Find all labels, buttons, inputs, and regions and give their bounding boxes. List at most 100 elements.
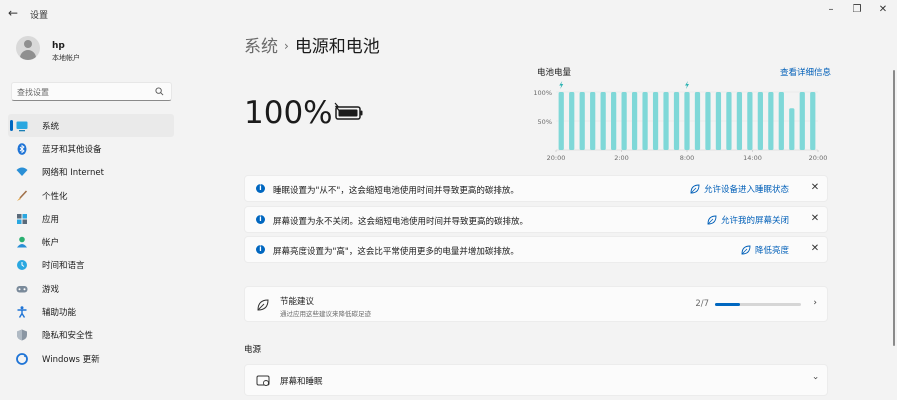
y-tick-label: 50% xyxy=(538,118,552,126)
notice-sleep: i 睡眠设置为"从不"，这会缩短电池使用时间并导致更高的碳排放。 允许设备进入睡… xyxy=(244,175,828,202)
close-button[interactable]: ✕ xyxy=(871,2,895,18)
dismiss-notice-button[interactable]: ✕ xyxy=(809,182,821,194)
bar xyxy=(747,92,753,150)
view-details-link[interactable]: 查看详细信息 xyxy=(780,66,831,78)
sidebar-item-label: 个性化 xyxy=(42,191,68,202)
back-arrow-icon[interactable]: ← xyxy=(8,6,22,20)
sidebar-item-privacy[interactable]: 隐私和安全性 xyxy=(8,324,174,347)
battery-level-chart: 100% 50% 20:00 2:00 8:00 14:00 20:00 xyxy=(533,81,828,162)
sidebar-item-network[interactable]: 网络和 Internet xyxy=(8,161,174,184)
breadcrumb: 系统 › 电源和电池 xyxy=(244,32,380,57)
bar xyxy=(642,92,648,150)
progress-text: 2/7 xyxy=(695,299,709,309)
app-title: 设置 xyxy=(30,11,49,21)
breadcrumb-separator: › xyxy=(284,39,289,53)
card-subtitle: 通过应用这些建议来降低碳足迹 xyxy=(280,310,371,318)
bar xyxy=(652,92,659,150)
update-icon xyxy=(16,352,28,365)
bar xyxy=(789,108,795,150)
battery-percentage: 100% xyxy=(244,95,333,131)
x-tick-label: 14:00 xyxy=(743,154,762,162)
sidebar-item-label: 辅助功能 xyxy=(42,308,77,319)
x-tick-label: 2:00 xyxy=(614,154,629,162)
notice-screen: i 屏幕设置为永不关闭。这会缩短电池使用时间并导致更高的碳排放。 允许我的屏幕关… xyxy=(244,206,828,233)
lower-brightness-link[interactable]: 降低亮度 xyxy=(741,244,789,256)
bar xyxy=(757,92,763,150)
energy-recommendations-card[interactable]: 节能建议 通过应用这些建议来降低碳足迹 2/7 › xyxy=(244,286,828,322)
progress-bar xyxy=(715,303,801,306)
search-box[interactable] xyxy=(11,82,172,101)
card-title: 屏幕和睡眠 xyxy=(280,377,323,387)
sidebar-item-label: 帐户 xyxy=(42,238,60,249)
notice-action-label: 允许我的屏幕关闭 xyxy=(720,216,789,226)
bar xyxy=(768,92,774,150)
dismiss-notice-button[interactable]: ✕ xyxy=(809,213,821,225)
x-tick-label: 20:00 xyxy=(547,154,566,162)
sidebar-item-apps[interactable]: 应用 xyxy=(8,207,174,230)
maximize-button[interactable]: ❐ xyxy=(845,2,869,18)
sidebar-item-label: 系统 xyxy=(42,121,60,132)
scrollbar[interactable] xyxy=(893,70,895,346)
sidebar-item-time-language[interactable]: 时间和语言 xyxy=(8,254,174,277)
notice-action-label: 允许设备进入睡眠状态 xyxy=(703,185,789,195)
sidebar-item-label: 隐私和安全性 xyxy=(42,331,94,342)
sidebar-item-bluetooth[interactable]: 蓝牙和其他设备 xyxy=(8,137,174,160)
sidebar-item-label: 网络和 Internet xyxy=(42,168,104,179)
shield-icon xyxy=(17,329,27,341)
person-icon xyxy=(17,236,27,248)
bar xyxy=(799,92,805,150)
profile-account-type: 本地帐户 xyxy=(52,54,80,62)
dismiss-notice-button[interactable]: ✕ xyxy=(809,243,821,255)
profile-name: hp xyxy=(52,41,65,51)
x-tick-label: 8:00 xyxy=(680,154,695,162)
chevron-down-icon[interactable]: › xyxy=(810,376,820,380)
sidebar-item-windows-update[interactable]: Windows 更新 xyxy=(8,347,174,370)
bar xyxy=(705,92,711,150)
sidebar-item-gaming[interactable]: 游戏 xyxy=(8,277,174,300)
search-input[interactable] xyxy=(17,86,147,98)
bar xyxy=(778,92,784,150)
section-heading: 电源 xyxy=(244,345,262,355)
search-icon[interactable] xyxy=(155,87,164,96)
sidebar-item-system[interactable]: 系统 xyxy=(8,114,174,138)
page-title: 电源和电池 xyxy=(294,37,380,57)
allow-screen-off-link[interactable]: 允许我的屏幕关闭 xyxy=(707,214,789,226)
notice-brightness: i 屏幕亮度设置为"高"，这会比平常使用更多的电量并增加碳排放。 降低亮度 ✕ xyxy=(244,236,828,263)
screen-sleep-card[interactable]: 屏幕和睡眠 › xyxy=(244,364,828,396)
notice-text: 屏幕设置为永不关闭。这会缩短电池使用时间并导致更高的碳排放。 xyxy=(273,217,529,227)
notice-text: 睡眠设置为"从不"，这会缩短电池使用时间并导致更高的碳排放。 xyxy=(273,186,519,196)
minimize-button[interactable]: – xyxy=(819,2,843,18)
sidebar-item-label: Windows 更新 xyxy=(42,354,100,365)
sidebar-item-personalization[interactable]: 个性化 xyxy=(8,184,174,207)
bar xyxy=(611,92,617,150)
allow-sleep-link[interactable]: 允许设备进入睡眠状态 xyxy=(690,183,789,195)
title-bar: ← 设置 – ❐ ✕ xyxy=(0,0,897,28)
notice-text: 屏幕亮度设置为"高"，这会比平常使用更多的电量并增加碳排放。 xyxy=(273,247,519,257)
gamepad-icon xyxy=(16,285,28,293)
bar xyxy=(590,92,596,150)
sidebar-item-accessibility[interactable]: 辅助功能 xyxy=(8,300,174,323)
leaf-icon xyxy=(741,245,751,255)
info-icon: i xyxy=(256,184,265,193)
leaf-icon xyxy=(690,184,700,194)
avatar[interactable] xyxy=(16,36,40,60)
breadcrumb-parent[interactable]: 系统 xyxy=(244,37,278,57)
sidebar-item-accounts[interactable]: 帐户 xyxy=(8,230,174,253)
screen-sleep-icon xyxy=(256,375,270,386)
wifi-icon xyxy=(16,167,28,177)
charging-marker-icon xyxy=(685,81,689,89)
sidebar-item-label: 应用 xyxy=(42,214,60,225)
accessibility-icon xyxy=(17,306,27,318)
leaf-icon xyxy=(257,299,269,311)
chevron-right-icon: › xyxy=(813,298,817,308)
sidebar-item-label: 时间和语言 xyxy=(42,261,85,272)
bar xyxy=(736,92,743,150)
sidebar-nav: 系统 蓝牙和其他设备 网络和 Internet 个性化 应用 帐户 时间和语言 … xyxy=(8,114,174,370)
info-icon: i xyxy=(256,215,265,224)
charging-marker-icon xyxy=(559,81,564,89)
x-tick-label: 20:00 xyxy=(809,154,828,162)
bluetooth-icon xyxy=(17,143,27,155)
bar xyxy=(673,92,680,150)
bar xyxy=(569,92,575,150)
bar xyxy=(621,92,627,150)
